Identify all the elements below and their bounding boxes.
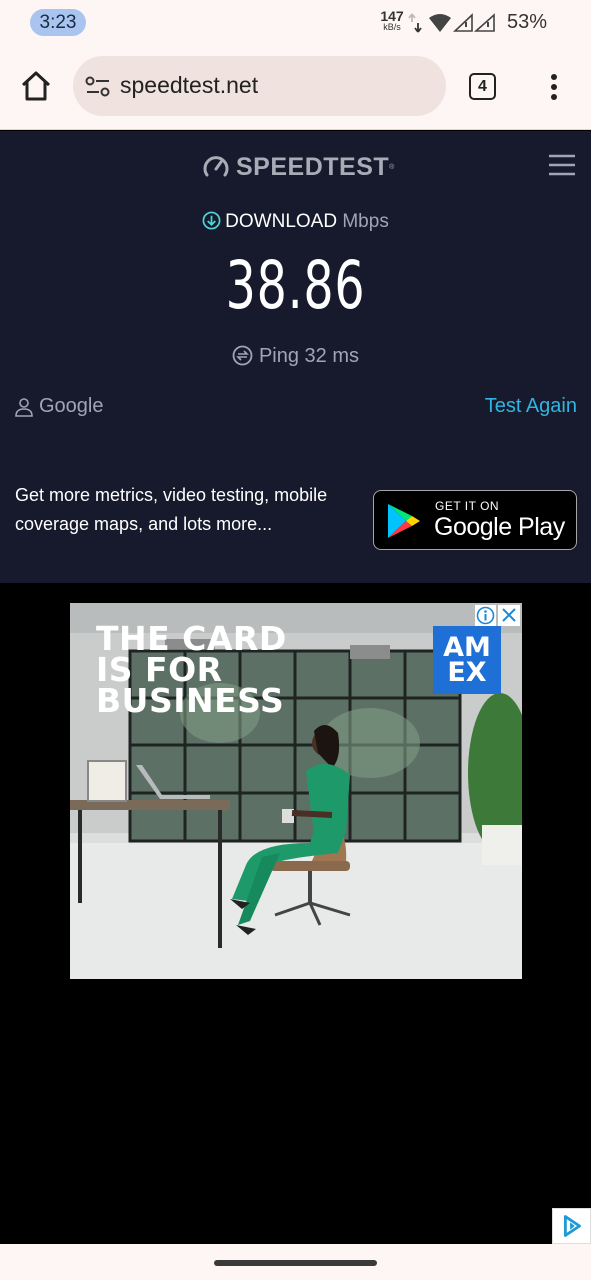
browser-toolbar: speedtest.net 4 [0,46,591,130]
ping-text: Ping 32 ms [258,345,360,367]
ping-result: Ping 32 ms [0,345,591,368]
amex-logo-line2: EX [447,657,487,688]
download-heading: DOWNLOAD Mbps [0,211,591,233]
ad-headline-line3: BUSINESS [96,681,285,720]
url-text[interactable]: speedtest.net [120,72,258,99]
user-icon [15,397,33,417]
signal-icons [429,13,495,32]
google-play-icon [388,504,420,538]
amex-logo: AM EX [433,626,501,694]
server-provider: Google [14,395,104,418]
google-play-button[interactable]: GET IT ON Google Play [373,490,577,550]
navigation-bar [0,1244,591,1280]
ping-icon [232,345,253,366]
download-icon [202,211,221,230]
speedometer-icon [203,156,229,177]
status-bar: 3:23 147 kB/s 53% [0,0,591,46]
address-bar[interactable]: speedtest.net [73,56,446,116]
more-vert-icon[interactable] [542,72,566,102]
ad-headline: THE CARD IS FOR BUSINESS [96,622,287,720]
promo-text: Get more metrics, video testing, mobile … [15,485,328,534]
site-settings-icon[interactable] [85,75,111,99]
download-speed-value: 38.86 [225,247,366,324]
speedtest-page: SPEEDTEST ® DOWNLOAD Mbps 38.86 Ping 32 … [0,131,591,583]
advertisement-banner[interactable]: THE CARD IS FOR BUSINESS AM EX [70,603,522,979]
home-icon[interactable] [18,68,54,104]
network-speed-value: 147 [380,8,404,24]
gesture-handle[interactable] [214,1260,377,1266]
battery-level: 53% [507,11,548,33]
test-again-link[interactable]: Test Again [485,395,577,418]
speedtest-logo-text: SPEEDTEST [236,152,390,181]
google-play-small-text: GET IT ON [435,499,500,513]
provider-name: Google [39,395,104,417]
ad-close-icon[interactable] [498,605,520,626]
speedtest-logo[interactable]: SPEEDTEST ® [202,152,394,182]
status-time: 3:23 [30,9,86,36]
hamburger-icon[interactable] [547,153,577,177]
trademark-symbol: ® [389,163,395,171]
ad-info-icon[interactable] [475,605,496,626]
tabs-icon[interactable]: 4 [469,73,496,100]
download-unit: Mbps [342,211,389,232]
data-activity-icon [408,13,422,33]
network-speed-unit: kB/s [383,22,401,32]
google-play-big-text: Google Play [434,513,565,541]
network-speed: 147 kB/s [379,9,405,32]
adchoices-icon[interactable] [552,1208,591,1244]
download-label: DOWNLOAD [225,211,338,232]
